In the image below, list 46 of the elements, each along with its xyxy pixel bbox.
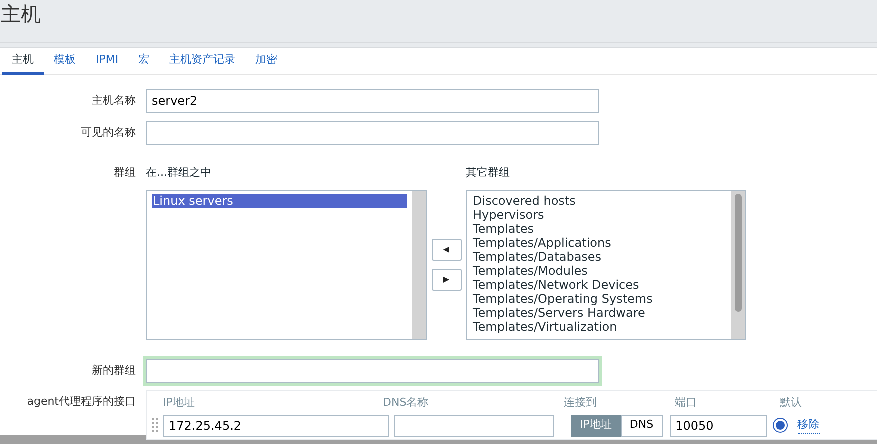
page-title: 主机	[1, 1, 42, 26]
field-label: agent代理程序的接口	[26, 394, 137, 410]
tab[interactable]: IPMI	[86, 48, 129, 75]
new-group-field[interactable]	[146, 359, 599, 383]
group-listbox[interactable]	[466, 190, 746, 340]
tab[interactable]: 模板	[44, 48, 86, 75]
list-option[interactable]: Templates/Network Devices	[472, 278, 726, 292]
column-header: IP地址	[163, 396, 195, 409]
list-option[interactable]: Templates/Virtualization	[472, 320, 726, 334]
column-header: 端口	[675, 396, 697, 409]
list-option[interactable]: Linux servers	[152, 194, 407, 208]
list-option[interactable]: Templates/Modules	[472, 264, 726, 278]
list-heading: 在...群组之中	[146, 165, 212, 181]
list-option[interactable]: Templates/Databases	[472, 250, 726, 264]
tab[interactable]: 主机资产记录	[160, 48, 246, 75]
tab[interactable]: 主机	[2, 48, 44, 75]
list-option[interactable]: Templates/Applications	[472, 236, 726, 250]
tab[interactable]: 宏	[128, 48, 160, 75]
column-header: 连接到	[564, 396, 597, 409]
connect-option[interactable]: DNS	[620, 414, 663, 436]
list-option[interactable]: Hypervisors	[472, 208, 726, 222]
list-option[interactable]: Discovered hosts	[472, 194, 726, 208]
default-radio[interactable]	[772, 418, 788, 433]
list-heading: 其它群组	[466, 165, 510, 181]
scrollbar[interactable]	[412, 191, 426, 339]
group-listbox[interactable]: Linux servers	[146, 190, 427, 340]
move-left-button[interactable]: ◀	[432, 239, 462, 261]
dns-name-field[interactable]	[394, 414, 554, 436]
move-right-button[interactable]: ▶	[432, 269, 462, 291]
tab[interactable]: 加密	[246, 48, 288, 75]
list-option[interactable]: Templates/Operating Systems	[472, 292, 726, 306]
column-header: DNS名称	[383, 396, 429, 409]
scrollbar-thumb[interactable]	[734, 194, 742, 312]
list-option[interactable]: Templates	[472, 222, 726, 236]
port-field[interactable]: 10050	[670, 414, 767, 436]
field-label: 群组	[113, 165, 137, 181]
field-label: 新的群组	[91, 362, 137, 379]
list-option[interactable]: Templates/Servers Hardware	[472, 306, 726, 320]
ip-address-field[interactable]: 172.25.45.2	[163, 414, 389, 436]
host-name-field[interactable]: server2	[146, 89, 599, 113]
column-header: 默认	[780, 396, 802, 409]
remove-link[interactable]: 移除	[798, 416, 820, 434]
field-label: 可见的名称	[80, 124, 137, 141]
visible-name-field[interactable]	[146, 121, 599, 145]
drag-handle-icon[interactable]	[152, 416, 158, 434]
field-label: 主机名称	[91, 92, 137, 109]
